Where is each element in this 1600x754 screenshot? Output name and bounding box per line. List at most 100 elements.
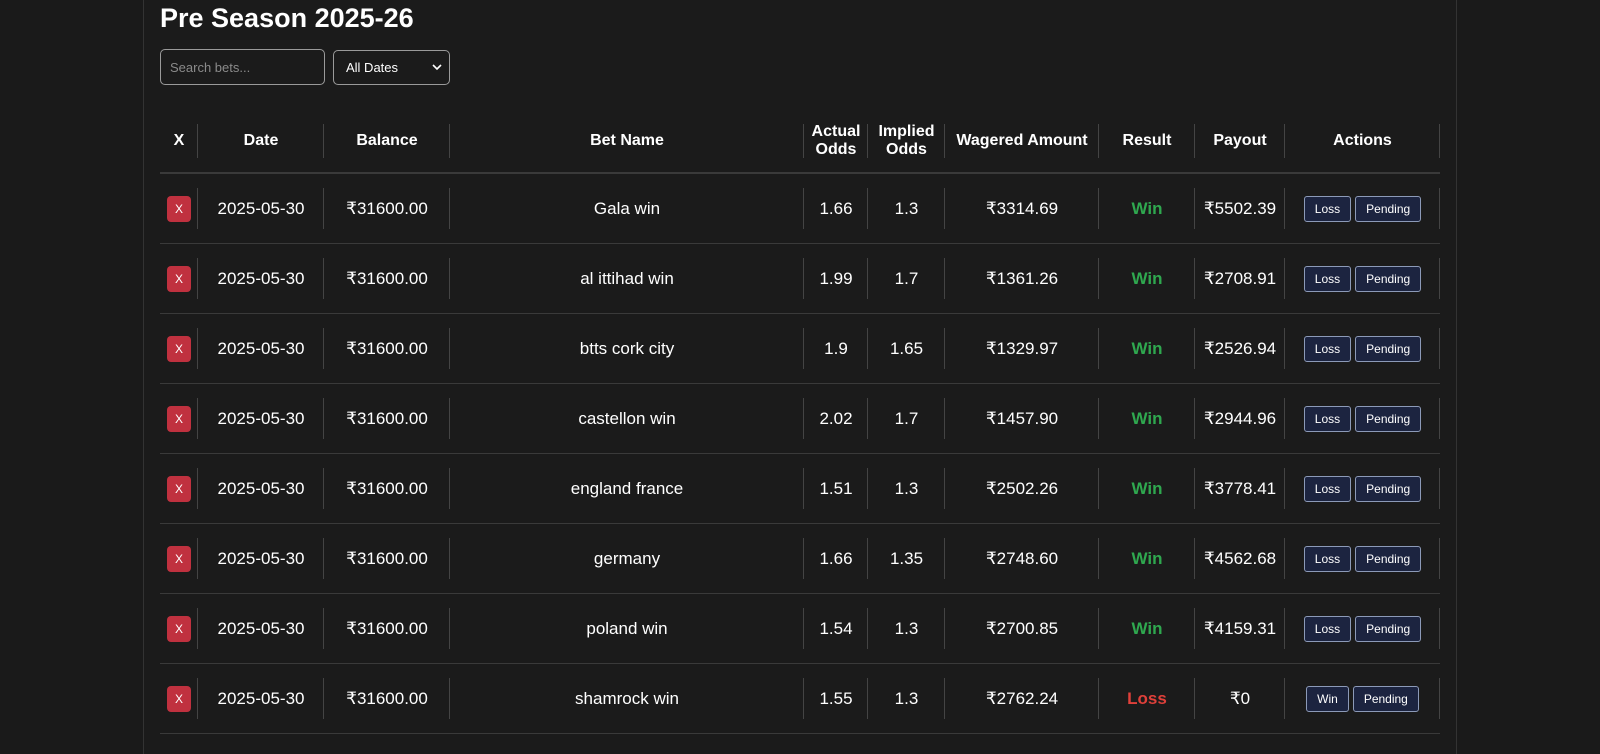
cell-result: Win (1099, 453, 1195, 524)
date-filter-select[interactable]: All Dates (333, 50, 450, 85)
cell-payout: ₹5502.39 (1195, 173, 1285, 244)
cell-result: Win (1099, 243, 1195, 314)
cell-result: Win (1099, 383, 1195, 454)
cell-bet-name: england france (450, 453, 804, 524)
header-implied-odds-line1: Implied (878, 123, 935, 140)
table-row: X 2025-05-30 ₹31600.00 btts cork city 1.… (160, 313, 1440, 384)
header-result: Result (1099, 110, 1195, 174)
cell-actual-odds: 1.9 (804, 313, 868, 384)
delete-row-button[interactable]: X (167, 195, 191, 222)
cell-implied-odds: 1.35 (868, 523, 945, 594)
cell-date: 2025-05-30 (198, 383, 324, 454)
cell-implied-odds: 1.3 (868, 593, 945, 664)
cell-date: 2025-05-30 (198, 593, 324, 664)
mark-pending-button[interactable]: Pending (1355, 335, 1422, 362)
cell-implied-odds: 1.7 (868, 243, 945, 314)
cell-date: 2025-05-30 (198, 523, 324, 594)
cell-balance: ₹31600.00 (324, 453, 450, 524)
cell-actions: Win Pending (1285, 663, 1440, 734)
cell-actual-odds: 1.99 (804, 243, 868, 314)
header-actual-odds: Actual Odds (804, 110, 868, 174)
header-implied-odds: Implied Odds (868, 110, 945, 174)
cell-implied-odds: 1.3 (868, 173, 945, 244)
mark-loss-button[interactable]: Loss (1303, 615, 1352, 642)
header-actions: Actions (1285, 110, 1440, 174)
table-row: X 2025-05-30 ₹31600.00 Gala win 1.66 1.3… (160, 173, 1440, 244)
cell-balance: ₹31600.00 (324, 313, 450, 384)
table-row: X 2025-05-30 ₹31600.00 poland win 1.54 1… (160, 593, 1440, 664)
delete-row-button[interactable]: X (167, 335, 191, 362)
delete-row-button[interactable]: X (167, 545, 191, 572)
mark-win-button[interactable]: Win (1306, 685, 1349, 712)
cell-date: 2025-05-30 (198, 173, 324, 244)
mark-pending-button[interactable]: Pending (1355, 405, 1422, 432)
cell-actions: Loss Pending (1285, 173, 1440, 244)
cell-result: Win (1099, 523, 1195, 594)
table-row: X 2025-05-30 ₹31600.00 castellon win 2.0… (160, 383, 1440, 454)
cell-implied-odds: 1.3 (868, 663, 945, 734)
cell-actions: Loss Pending (1285, 453, 1440, 524)
cell-actions: Loss Pending (1285, 523, 1440, 594)
cell-wagered: ₹3314.69 (945, 173, 1099, 244)
cell-balance: ₹31600.00 (324, 593, 450, 664)
cell-bet-name: al ittihad win (450, 243, 804, 314)
cell-implied-odds: 1.65 (868, 313, 945, 384)
table-row: X 2025-05-30 ₹31600.00 shamrock win 1.55… (160, 663, 1440, 734)
chevron-down-icon (432, 64, 442, 71)
mark-loss-button[interactable]: Loss (1303, 265, 1352, 292)
cell-result: Win (1099, 593, 1195, 664)
mark-pending-button[interactable]: Pending (1355, 615, 1422, 642)
cell-bet-name: germany (450, 523, 804, 594)
cell-actual-odds: 1.66 (804, 173, 868, 244)
delete-row-button[interactable]: X (167, 615, 191, 642)
cell-wagered: ₹2502.26 (945, 453, 1099, 524)
cell-actual-odds: 2.02 (804, 383, 868, 454)
cell-payout: ₹0 (1195, 663, 1285, 734)
cell-actions: Loss Pending (1285, 383, 1440, 454)
date-filter-value: All Dates (346, 60, 399, 75)
mark-loss-button[interactable]: Loss (1303, 405, 1352, 432)
cell-payout: ₹2708.91 (1195, 243, 1285, 314)
mark-pending-button[interactable]: Pending (1355, 545, 1422, 572)
cell-bet-name: poland win (450, 593, 804, 664)
cell-payout: ₹2944.96 (1195, 383, 1285, 454)
mark-pending-button[interactable]: Pending (1352, 685, 1419, 712)
cell-result: Win (1099, 313, 1195, 384)
delete-row-button[interactable]: X (167, 475, 191, 502)
cell-wagered: ₹2762.24 (945, 663, 1099, 734)
table-row: X 2025-05-30 ₹31600.00 england france 1.… (160, 453, 1440, 524)
mark-loss-button[interactable]: Loss (1303, 475, 1352, 502)
cell-date: 2025-05-30 (198, 453, 324, 524)
header-actual-odds-line1: Actual (811, 123, 861, 140)
mark-loss-button[interactable]: Loss (1303, 335, 1352, 362)
cell-wagered: ₹1457.90 (945, 383, 1099, 454)
delete-row-button[interactable]: X (167, 265, 191, 292)
mark-loss-button[interactable]: Loss (1303, 195, 1352, 222)
cell-bet-name: Gala win (450, 173, 804, 244)
cell-actual-odds: 1.55 (804, 663, 868, 734)
cell-actual-odds: 1.51 (804, 453, 868, 524)
cell-wagered: ₹2700.85 (945, 593, 1099, 664)
header-implied-odds-line2: Odds (886, 141, 927, 158)
mark-loss-button[interactable]: Loss (1303, 545, 1352, 572)
header-actual-odds-line2: Odds (815, 141, 857, 158)
cell-result: Loss (1099, 663, 1195, 734)
delete-row-button[interactable]: X (167, 685, 191, 712)
cell-payout: ₹2526.94 (1195, 313, 1285, 384)
header-delete: X (160, 110, 198, 174)
mark-pending-button[interactable]: Pending (1355, 265, 1422, 292)
cell-actual-odds: 1.54 (804, 593, 868, 664)
cell-payout: ₹4562.68 (1195, 523, 1285, 594)
header-wagered: Wagered Amount (945, 110, 1099, 174)
mark-pending-button[interactable]: Pending (1355, 195, 1422, 222)
table-row: X 2025-05-30 ₹31600.00 al ittihad win 1.… (160, 243, 1440, 314)
cell-bet-name: shamrock win (450, 663, 804, 734)
delete-row-button[interactable]: X (167, 405, 191, 432)
page-title: Pre Season 2025-26 (160, 3, 414, 33)
cell-actual-odds: 1.66 (804, 523, 868, 594)
header-payout: Payout (1195, 110, 1285, 174)
cell-payout: ₹3778.41 (1195, 453, 1285, 524)
search-input[interactable] (160, 49, 325, 85)
mark-pending-button[interactable]: Pending (1355, 475, 1422, 502)
cell-balance: ₹31600.00 (324, 243, 450, 314)
